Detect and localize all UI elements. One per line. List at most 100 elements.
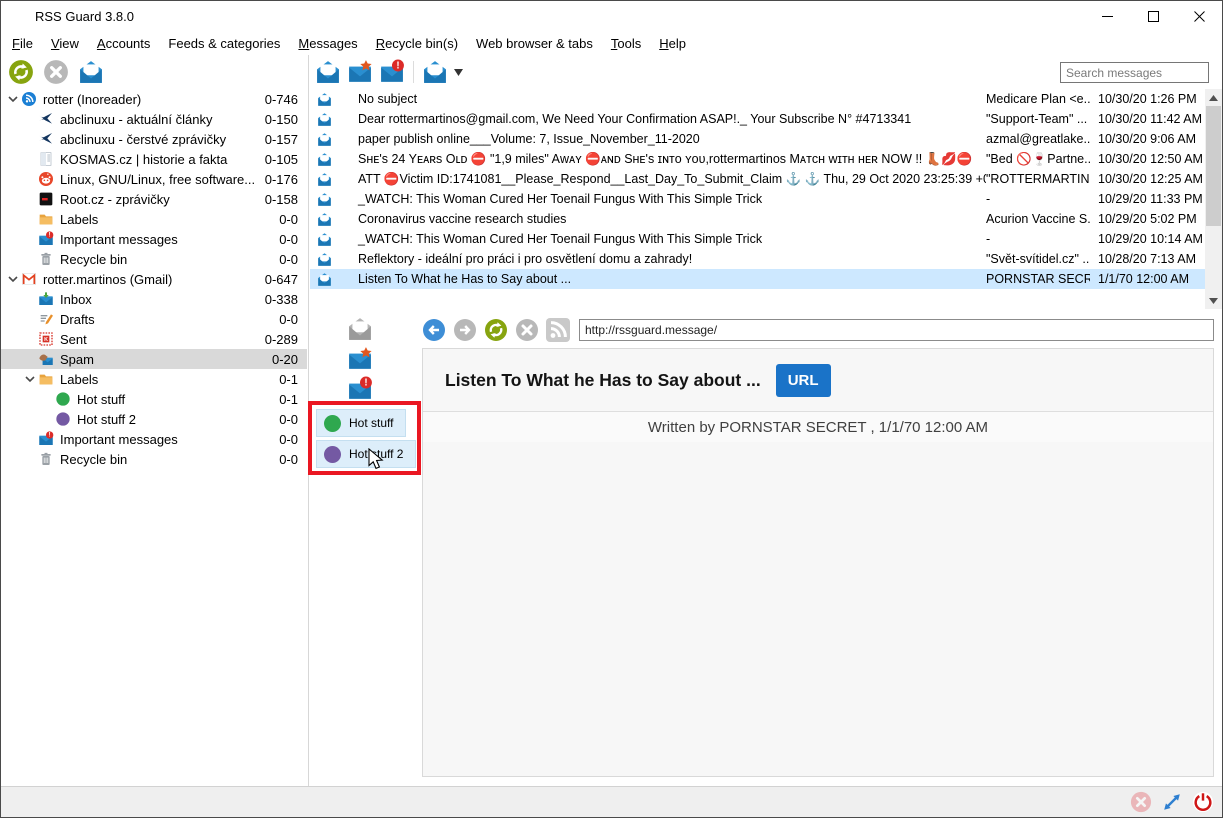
message-author: "Svět-svítidel.cz" ...	[986, 252, 1090, 266]
message-menu-button[interactable]	[422, 59, 448, 85]
message-row[interactable]: Dear rottermartinos@gmail.com, We Need Y…	[310, 109, 1205, 129]
close-button[interactable]	[1176, 1, 1222, 31]
rss-feed-icon	[546, 318, 570, 342]
search-messages-input[interactable]	[1060, 62, 1209, 83]
viewer-mark-important-button[interactable]	[347, 346, 373, 372]
viewer-mark-read-button[interactable]	[347, 316, 373, 342]
stop-button[interactable]	[515, 318, 539, 342]
chevron-down-icon[interactable]	[5, 271, 21, 287]
feed-tree-item[interactable]: !Important messages0-0	[1, 429, 307, 449]
message-author: Medicare Plan <e...	[986, 92, 1090, 106]
feed-tree-item[interactable]: !Important messages0-0	[1, 229, 307, 249]
message-row[interactable]: Listen To What he Has to Say about ...PO…	[310, 269, 1205, 289]
scroll-up-icon[interactable]	[1205, 89, 1222, 106]
feed-tree-item[interactable]: Recycle bin0-0	[1, 449, 307, 469]
url-bar[interactable]	[579, 319, 1214, 341]
feed-tree-item[interactable]: Drafts0-0	[1, 309, 307, 329]
message-subject: Sʜᴇ's 24 Yᴇᴀʀs Oʟᴅ ⛔ "1,9 miles" Aᴡᴀʏ ⛔ᴀ…	[332, 152, 986, 167]
feed-label: Recycle bin	[60, 452, 279, 467]
viewer-mark-unread-button[interactable]: !	[347, 376, 373, 402]
menu-recycle-bin-s-[interactable]: Recycle bin(s)	[367, 33, 467, 54]
feeds-toolbar	[1, 55, 308, 89]
message-row[interactable]: Reflektory - ideální pro práci i pro osv…	[310, 249, 1205, 269]
maximize-button[interactable]	[1130, 1, 1176, 31]
abclinuxu-icon	[38, 111, 54, 127]
fullscreen-icon[interactable]	[1161, 791, 1183, 813]
feed-tree-item[interactable]: Labels0-1	[1, 369, 307, 389]
menu-feeds-categories[interactable]: Feeds & categories	[159, 33, 289, 54]
reload-button[interactable]	[484, 318, 508, 342]
message-author: "ROTTERMARTIN...	[986, 172, 1090, 186]
dropdown-arrow-icon[interactable]	[454, 69, 463, 76]
message-row[interactable]: Sʜᴇ's 24 Yᴇᴀʀs Oʟᴅ ⛔ "1,9 miles" Aᴡᴀʏ ⛔ᴀ…	[310, 149, 1205, 169]
message-row[interactable]: ATT ⛔Victim ID:1741081__Please_Respond__…	[310, 169, 1205, 189]
feed-tree-item[interactable]: Labels0-0	[1, 209, 307, 229]
message-row[interactable]: _WATCH: This Woman Cured Her Toenail Fun…	[310, 189, 1205, 209]
power-quit-icon[interactable]	[1192, 791, 1214, 813]
feed-unread-count: 0-289	[265, 332, 307, 347]
feed-tree-item[interactable]: rotter.martinos (Gmail)0-647	[1, 269, 307, 289]
feed-tree-item[interactable]: Inbox0-338	[1, 289, 307, 309]
message-author: "Bed 🚫🍷Partne...	[986, 152, 1090, 167]
feed-tree-item[interactable]: Hot stuff0-1	[1, 389, 307, 409]
message-date: 10/28/20 7:13 AM	[1090, 252, 1205, 266]
close-disabled-icon	[1130, 791, 1152, 813]
message-subject: Dear rottermartinos@gmail.com, We Need Y…	[332, 112, 986, 126]
feed-tree-item[interactable]: Recycle bin0-0	[1, 249, 307, 269]
feed-tree-item[interactable]: Hot stuff 20-0	[1, 409, 307, 429]
update-all-feeds-button[interactable]	[8, 59, 34, 85]
inbox-icon	[38, 291, 54, 307]
feed-tree: rotter (Inoreader)0-746abclinuxu - aktuá…	[1, 89, 307, 786]
feed-tree-item[interactable]: Spam0-20	[1, 349, 307, 369]
menu-tools[interactable]: Tools	[602, 33, 650, 54]
stop-update-button[interactable]	[43, 59, 69, 85]
trash-icon	[38, 451, 54, 467]
menu-accounts[interactable]: Accounts	[88, 33, 159, 54]
message-viewer-section: ! Hot stuff Hot stuff 2	[310, 313, 1222, 786]
minimize-button[interactable]	[1084, 1, 1130, 31]
menu-help[interactable]: Help	[650, 33, 695, 54]
feed-label: Spam	[60, 352, 272, 367]
feed-unread-count: 0-1	[279, 372, 307, 387]
feed-tree-item[interactable]: Root.cz - zprávičky0-158	[1, 189, 307, 209]
feed-unread-count: 0-0	[279, 412, 307, 427]
menu-messages[interactable]: Messages	[289, 33, 366, 54]
message-list-scrollbar[interactable]	[1205, 89, 1222, 309]
feed-label: Labels	[60, 212, 279, 227]
feed-tree-item[interactable]: abclinuxu - aktuální články0-150	[1, 109, 307, 129]
feed-tree-item[interactable]: KOSMAS.cz | historie a fakta0-105	[1, 149, 307, 169]
tree-indent	[22, 171, 38, 187]
tree-indent	[22, 231, 38, 247]
mark-message-important-button[interactable]	[347, 59, 373, 85]
mark-message-unread-button[interactable]: !	[379, 59, 405, 85]
back-button[interactable]	[422, 318, 446, 342]
scroll-down-icon[interactable]	[1205, 292, 1222, 309]
open-url-button[interactable]: URL	[776, 364, 831, 397]
mark-feed-read-button[interactable]	[78, 59, 104, 85]
trash-icon	[38, 251, 54, 267]
message-author: "Support-Team" ...	[986, 112, 1090, 126]
label-chip[interactable]: Hot stuff	[316, 409, 406, 437]
feed-label: Drafts	[60, 312, 279, 327]
message-row[interactable]: Coronavirus vaccine research studiesAcur…	[310, 209, 1205, 229]
message-row[interactable]: _WATCH: This Woman Cured Her Toenail Fun…	[310, 229, 1205, 249]
menu-view[interactable]: View	[42, 33, 88, 54]
message-row[interactable]: paper publish online___Volume: 7, Issue_…	[310, 129, 1205, 149]
scrollbar-thumb[interactable]	[1206, 106, 1221, 226]
feed-tree-item[interactable]: Linux, GNU/Linux, free software...0-176	[1, 169, 307, 189]
chevron-down-icon[interactable]	[22, 371, 38, 387]
menu-web-browser-tabs[interactable]: Web browser & tabs	[467, 33, 602, 54]
feed-label: abclinuxu - aktuální články	[60, 112, 265, 127]
menu-file[interactable]: File	[3, 33, 42, 54]
feed-label: Recycle bin	[60, 252, 279, 267]
feeds-panel: rotter (Inoreader)0-746abclinuxu - aktuá…	[1, 55, 309, 786]
feed-tree-item[interactable]: abclinuxu - čerstvé zprávičky0-157	[1, 129, 307, 149]
message-row[interactable]: No subjectMedicare Plan <e...10/30/20 1:…	[310, 89, 1205, 109]
label-chip[interactable]: Hot stuff 2	[316, 440, 416, 468]
chevron-down-icon[interactable]	[5, 91, 21, 107]
feed-label: Sent	[60, 332, 265, 347]
feed-tree-item[interactable]: KSent0-289	[1, 329, 307, 349]
feed-tree-item[interactable]: rotter (Inoreader)0-746	[1, 89, 307, 109]
mark-message-read-button[interactable]	[315, 59, 341, 85]
forward-button[interactable]	[453, 318, 477, 342]
